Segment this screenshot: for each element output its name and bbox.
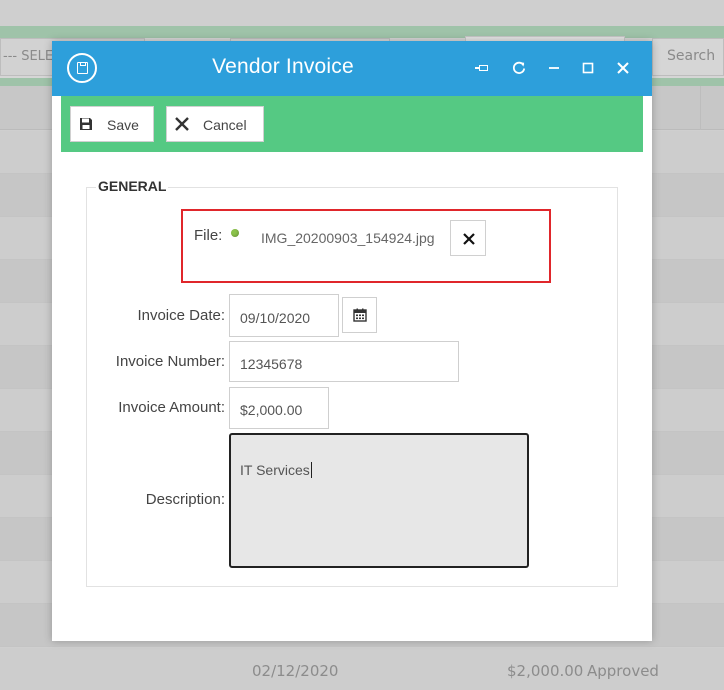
save-button-label: Save [107,117,139,133]
file-highlight-box [181,209,551,283]
cancel-button[interactable]: Cancel [166,106,264,142]
floppy-disk-icon [80,118,92,130]
calendar-icon [353,308,367,322]
remove-file-button[interactable] [450,220,486,256]
dialog-titlebar[interactable]: Vendor Invoice [52,41,652,96]
file-label: File: [194,227,223,244]
description-text: IT Services [240,462,310,478]
text-caret [310,462,312,478]
header-divider [700,86,701,130]
close-icon[interactable] [611,56,635,80]
background-search-button[interactable]: Search [652,38,724,76]
x-icon [175,117,189,131]
invoice-number-field[interactable]: 12345678 [229,341,459,382]
dialog-action-bar: Save Cancel [61,96,643,152]
cancel-button-label: Cancel [203,117,247,133]
file-status-icon [231,229,239,237]
invoice-amount-label: Invoice Amount: [118,399,225,416]
description-label: Description: [145,491,225,508]
pin-icon[interactable] [472,56,496,80]
invoice-amount-field[interactable]: $2,000.00 [229,387,329,429]
table-row[interactable]: 02/12/2020 $2,000.00 Approved [0,648,724,690]
dialog-title: Vendor Invoice [212,55,354,78]
invoice-date-field[interactable]: 09/10/2020 [229,294,339,337]
calendar-button[interactable] [342,297,377,333]
file-name[interactable]: IMG_20200903_154924.jpg [261,230,435,246]
row-amount: $2,000.00 [507,662,584,680]
vendor-invoice-dialog: Vendor Invoice Save Cancel GENERAL File:… [52,41,652,641]
invoice-date-label: Invoice Date: [137,307,225,324]
row-date: 02/12/2020 [252,662,339,680]
invoice-number-label: Invoice Number: [115,353,225,370]
refresh-icon[interactable] [507,56,531,80]
save-button[interactable]: Save [70,106,154,142]
maximize-icon[interactable] [576,56,600,80]
description-textarea[interactable]: IT Services [229,433,529,568]
row-status: Approved [587,662,659,680]
close-icon [463,233,475,245]
minimize-icon[interactable] [542,56,566,80]
section-title: GENERAL [96,178,169,194]
